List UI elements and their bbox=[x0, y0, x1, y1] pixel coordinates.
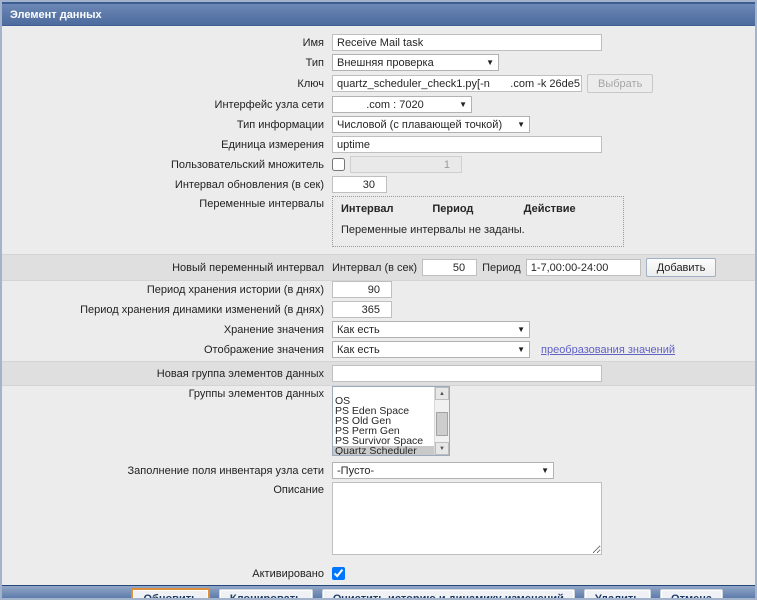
key-select-button[interactable]: Выбрать bbox=[587, 74, 654, 93]
new-flex-period-label: Период bbox=[482, 261, 521, 274]
info-type-select[interactable]: Числовой (с плавающей точкой) ▼ bbox=[332, 116, 530, 133]
cancel-button[interactable]: Отмена bbox=[660, 589, 723, 598]
row-value-map: Отображение значения Как есть ▼ преобраз… bbox=[2, 341, 755, 358]
info-type-label: Тип информации bbox=[236, 118, 324, 131]
list-item[interactable]: PS Perm Gen bbox=[333, 426, 434, 436]
chevron-down-icon: ▼ bbox=[517, 345, 525, 354]
flex-intervals-label: Переменные интервалы bbox=[199, 198, 324, 210]
multiplier-checkbox[interactable] bbox=[332, 158, 345, 171]
row-trends: Период хранения динамики изменений (в дн… bbox=[2, 301, 755, 318]
flex-col-action: Действие bbox=[523, 203, 576, 215]
row-multiplier: Пользовательский множитель 1 bbox=[2, 156, 755, 173]
row-delta: Хранение значения Как есть ▼ bbox=[2, 321, 755, 338]
delete-button[interactable]: Удалить bbox=[583, 589, 652, 598]
scrollbar-thumb[interactable] bbox=[436, 412, 448, 436]
description-textarea[interactable] bbox=[332, 482, 602, 555]
row-new-application: Новая группа элементов данных bbox=[2, 361, 755, 386]
new-flex-period-input[interactable]: 1-7,00:00-24:00 bbox=[525, 259, 641, 276]
update-button[interactable]: Обновить bbox=[131, 588, 210, 598]
type-label: Тип bbox=[305, 56, 324, 69]
item-form: Имя Receive Mail task Тип Внешняя провер… bbox=[2, 26, 755, 598]
row-description: Описание bbox=[2, 482, 755, 555]
row-units: Единица измерения uptime bbox=[2, 136, 755, 153]
update-interval-input[interactable]: 30 bbox=[332, 176, 387, 193]
list-item[interactable]: PS Survivor Space bbox=[333, 436, 434, 446]
applications-listbox[interactable]: OS PS Eden Space PS Old Gen PS Perm Gen … bbox=[332, 386, 450, 456]
flex-intervals-empty-text: Переменные интервалы не заданы. bbox=[341, 224, 525, 236]
flex-col-interval: Интервал bbox=[341, 203, 394, 215]
chevron-down-icon: ▼ bbox=[517, 120, 525, 129]
listbox-scrollbar[interactable]: ▲ ▼ bbox=[434, 387, 449, 455]
delta-select[interactable]: Как есть ▼ bbox=[332, 321, 530, 338]
list-item[interactable]: PS Old Gen bbox=[333, 416, 434, 426]
enabled-label: Активировано bbox=[252, 567, 324, 580]
scroll-down-icon[interactable]: ▼ bbox=[435, 442, 449, 455]
row-info-type: Тип информации Числовой (с плавающей точ… bbox=[2, 116, 755, 133]
row-enabled: Активировано bbox=[2, 565, 755, 582]
dialog-titlebar: Элемент данных bbox=[2, 2, 755, 26]
row-new-flex-interval: Новый переменный интервал Интервал (в се… bbox=[2, 254, 755, 281]
clone-button[interactable]: Клонировать bbox=[218, 589, 313, 598]
value-map-select[interactable]: Как есть ▼ bbox=[332, 341, 530, 358]
clear-history-button[interactable]: Очистить историю и динамику изменений bbox=[321, 589, 575, 598]
applications-label: Группы элементов данных bbox=[188, 388, 324, 400]
value-mapping-link[interactable]: преобразования значений bbox=[541, 344, 675, 356]
trends-input[interactable]: 365 bbox=[332, 301, 392, 318]
row-flex-intervals: Переменные интервалы Интервал Период Дей… bbox=[2, 196, 755, 251]
list-item[interactable]: PS Eden Space bbox=[333, 406, 434, 416]
key-label: Ключ bbox=[297, 77, 324, 90]
add-flex-interval-button[interactable]: Добавить bbox=[645, 258, 717, 277]
name-label: Имя bbox=[302, 36, 324, 49]
row-interface: Интерфейс узла сети .com : 7020 ▼ bbox=[2, 96, 755, 113]
new-flex-interval-label: Интервал (в сек) bbox=[332, 261, 418, 274]
interface-label: Интерфейс узла сети bbox=[214, 98, 324, 111]
units-input[interactable]: uptime bbox=[332, 136, 602, 153]
row-applications: Группы элементов данных OS PS Eden Space… bbox=[2, 386, 755, 456]
units-label: Единица измерения bbox=[221, 138, 324, 151]
key-input[interactable]: quartz_scheduler_check1.py[-n .com -k 26… bbox=[332, 75, 582, 92]
multiplier-input: 1 bbox=[350, 156, 462, 173]
multiplier-label: Пользовательский множитель bbox=[171, 158, 324, 171]
history-label: Период хранения истории (в днях) bbox=[146, 283, 324, 296]
row-inventory: Заполнение поля инвентаря узла сети -Пус… bbox=[2, 462, 755, 479]
list-item[interactable]: OS bbox=[333, 396, 434, 406]
new-flex-label: Новый переменный интервал bbox=[172, 261, 324, 274]
row-update-interval: Интервал обновления (в сек) 30 bbox=[2, 176, 755, 193]
history-input[interactable]: 90 bbox=[332, 281, 392, 298]
item-dialog: Элемент данных Имя Receive Mail task Тип… bbox=[0, 0, 757, 600]
delta-label: Хранение значения bbox=[223, 323, 324, 336]
scroll-up-icon[interactable]: ▲ bbox=[435, 387, 449, 400]
row-history: Период хранения истории (в днях) 90 bbox=[2, 281, 755, 298]
description-label: Описание bbox=[273, 484, 324, 496]
dialog-title: Элемент данных bbox=[10, 8, 102, 21]
row-type: Тип Внешняя проверка ▼ bbox=[2, 54, 755, 71]
update-interval-label: Интервал обновления (в сек) bbox=[174, 178, 324, 191]
chevron-down-icon: ▼ bbox=[541, 466, 549, 475]
flex-intervals-box: Интервал Период Действие Переменные инте… bbox=[332, 196, 624, 247]
new-application-input[interactable] bbox=[332, 365, 602, 382]
type-select[interactable]: Внешняя проверка ▼ bbox=[332, 54, 499, 71]
footer-bar: Обновить Клонировать Очистить историю и … bbox=[2, 585, 755, 598]
chevron-down-icon: ▼ bbox=[459, 100, 467, 109]
inventory-select[interactable]: -Пусто- ▼ bbox=[332, 462, 554, 479]
value-map-label: Отображение значения bbox=[203, 343, 324, 356]
new-application-label: Новая группа элементов данных bbox=[156, 367, 324, 380]
chevron-down-icon: ▼ bbox=[486, 58, 494, 67]
inventory-label: Заполнение поля инвентаря узла сети bbox=[127, 464, 324, 477]
flex-col-period: Период bbox=[432, 203, 474, 215]
row-name: Имя Receive Mail task bbox=[2, 34, 755, 51]
row-key: Ключ quartz_scheduler_check1.py[-n .com … bbox=[2, 74, 755, 93]
list-item-selected[interactable]: Quartz Scheduler bbox=[333, 446, 434, 455]
chevron-down-icon: ▼ bbox=[517, 325, 525, 334]
new-flex-interval-input[interactable]: 50 bbox=[422, 259, 478, 276]
list-item[interactable] bbox=[333, 387, 434, 396]
interface-select[interactable]: .com : 7020 ▼ bbox=[332, 96, 472, 113]
enabled-checkbox[interactable] bbox=[332, 567, 345, 580]
trends-label: Период хранения динамики изменений (в дн… bbox=[80, 303, 324, 316]
name-input[interactable]: Receive Mail task bbox=[332, 34, 602, 51]
